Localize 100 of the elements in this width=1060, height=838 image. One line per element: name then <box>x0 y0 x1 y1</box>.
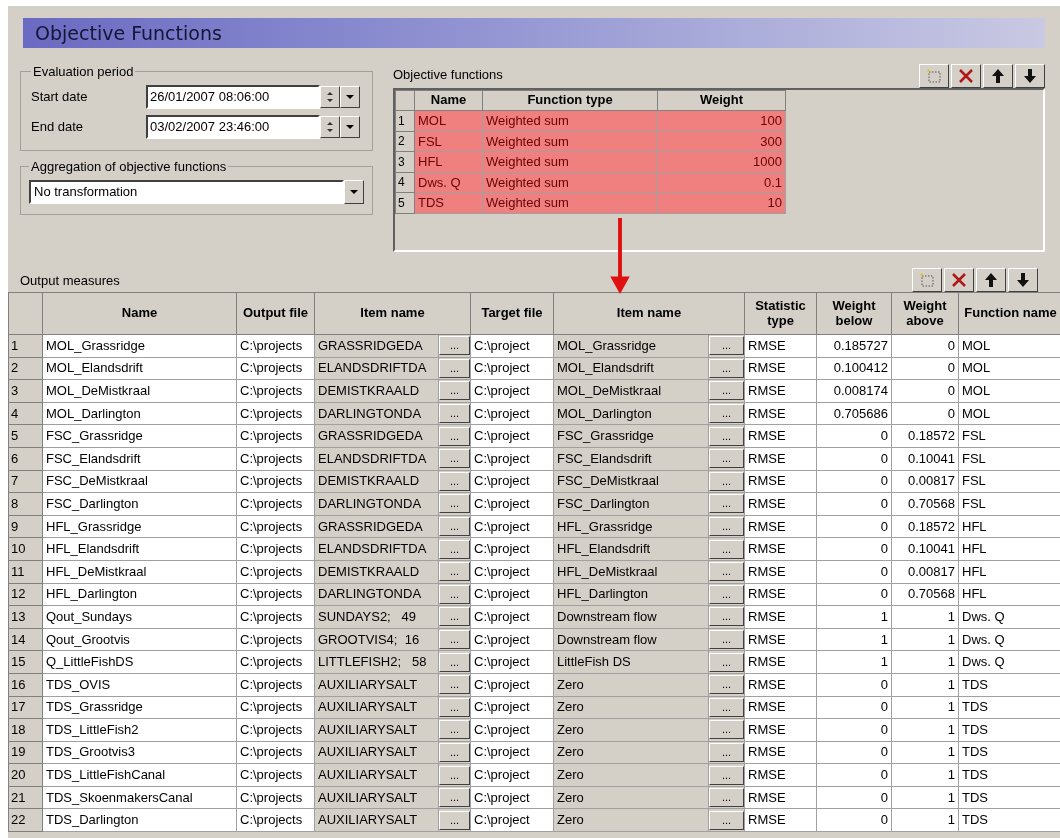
dropdown-field[interactable]: No transformation <box>29 180 344 204</box>
browse-button[interactable]: ... <box>709 404 744 424</box>
browse-button[interactable]: ... <box>709 788 744 808</box>
column-header[interactable]: Statistic type <box>744 292 817 335</box>
table-cell: AUXILIARYSALT <box>314 763 439 787</box>
browse-button[interactable]: ... <box>439 765 470 785</box>
spin-button[interactable] <box>320 115 340 138</box>
column-header[interactable]: Weight below <box>816 292 892 335</box>
browse-button[interactable]: ... <box>709 562 744 582</box>
row-number: 19 <box>8 741 43 764</box>
field-label: Start date <box>31 87 89 106</box>
browse-button[interactable]: ... <box>709 720 744 740</box>
table-cell: MOL_DeMistkraal <box>42 379 237 403</box>
column-header[interactable]: Function name <box>958 292 1060 335</box>
browse-button[interactable]: ... <box>709 630 744 649</box>
delete-icon[interactable] <box>944 268 974 292</box>
table-cell: HFL_DeMistkraal <box>553 560 709 584</box>
browse-button[interactable]: ... <box>439 381 470 401</box>
browse-button[interactable]: ... <box>439 539 470 559</box>
browse-button[interactable]: ... <box>439 336 470 356</box>
browse-button[interactable]: ... <box>709 810 744 830</box>
move-down-icon[interactable] <box>1008 268 1038 292</box>
spin-button[interactable] <box>320 85 340 108</box>
browse-button[interactable]: ... <box>439 675 470 695</box>
row-number: 18 <box>8 718 43 742</box>
table-cell: MOL_DeMistkraal <box>553 379 709 403</box>
column-header[interactable]: Output file <box>236 292 315 335</box>
dropdown-button[interactable] <box>344 180 364 204</box>
browse-button[interactable]: ... <box>709 449 744 469</box>
browse-button[interactable]: ... <box>439 697 470 717</box>
table-cell: HFL_Grassridge <box>553 515 709 538</box>
row-number: 6 <box>8 447 43 471</box>
browse-button[interactable]: ... <box>439 652 470 672</box>
new-icon[interactable] <box>912 268 942 292</box>
browse-button[interactable]: ... <box>709 765 744 785</box>
column-header[interactable]: Item name <box>314 292 471 335</box>
column-header[interactable]: Function type <box>482 90 658 111</box>
row-number: 2 <box>395 131 415 152</box>
column-header[interactable]: Target file <box>470 292 554 335</box>
row-number: 22 <box>8 808 43 832</box>
browse-button[interactable]: ... <box>439 471 470 491</box>
row-number: 8 <box>8 492 43 516</box>
table-cell: DEMISTKRAALD <box>314 560 439 584</box>
browse-button[interactable]: ... <box>709 607 744 627</box>
browse-button[interactable]: ... <box>439 494 470 514</box>
browse-button[interactable]: ... <box>709 697 744 717</box>
browse-button[interactable]: ... <box>709 471 744 491</box>
table-cell: HFL_Elandsdrift <box>553 537 709 561</box>
table-cell: GRASSRIDGEDA <box>314 515 439 538</box>
table-cell: TDS_LittleFish2 <box>42 718 237 742</box>
browse-button[interactable]: ... <box>709 539 744 559</box>
browse-button[interactable]: ... <box>439 404 470 424</box>
browse-button[interactable]: ... <box>439 426 470 446</box>
browse-button[interactable]: ... <box>439 630 470 649</box>
browse-button[interactable]: ... <box>439 788 470 808</box>
browse-button[interactable]: ... <box>709 584 744 604</box>
dropdown-button[interactable] <box>340 115 360 138</box>
table-cell: LittleFish DS <box>553 650 709 674</box>
browse-button[interactable]: ... <box>709 743 744 762</box>
move-up-icon[interactable] <box>983 64 1013 88</box>
browse-button[interactable]: ... <box>709 675 744 695</box>
column-header[interactable]: Item name <box>553 292 745 335</box>
delete-icon[interactable] <box>951 64 981 88</box>
table-cell: AUXILIARYSALT <box>314 786 439 809</box>
row-number: 11 <box>8 560 43 584</box>
browse-button[interactable]: ... <box>439 607 470 627</box>
date-field[interactable]: 03/02/2007 23:46:00 <box>146 114 320 139</box>
browse-button[interactable]: ... <box>709 652 744 672</box>
column-header[interactable]: Name <box>42 292 237 335</box>
table-cell: Q_LittleFishDS <box>42 650 237 674</box>
browse-button[interactable]: ... <box>439 584 470 604</box>
column-header[interactable]: Weight <box>657 90 786 111</box>
browse-button[interactable]: ... <box>709 336 744 356</box>
browse-button[interactable]: ... <box>709 381 744 401</box>
browse-button[interactable]: ... <box>439 810 470 830</box>
browse-button[interactable]: ... <box>439 720 470 740</box>
table-cell: DEMISTKRAALD <box>314 470 439 493</box>
table-cell: DEMISTKRAALD <box>314 379 439 403</box>
column-header[interactable]: Weight above <box>891 292 959 335</box>
table-cell: Zero <box>553 741 709 764</box>
browse-button[interactable]: ... <box>439 358 470 378</box>
browse-button[interactable]: ... <box>439 449 470 469</box>
table-cell: TDS_Grootvis3 <box>42 741 237 764</box>
browse-button[interactable]: ... <box>439 562 470 582</box>
browse-button[interactable]: ... <box>439 743 470 762</box>
browse-button[interactable]: ... <box>709 517 744 537</box>
row-number: 5 <box>8 424 43 448</box>
field-label: End date <box>31 117 85 136</box>
move-down-icon[interactable] <box>1015 64 1045 88</box>
date-field[interactable]: 26/01/2007 08:06:00 <box>146 84 320 109</box>
new-icon[interactable] <box>919 64 949 88</box>
column-header[interactable]: Name <box>414 90 483 111</box>
table-cell: FSC_Grassridge <box>42 424 237 448</box>
move-up-icon[interactable] <box>976 268 1006 292</box>
browse-button[interactable]: ... <box>709 494 744 514</box>
browse-button[interactable]: ... <box>439 517 470 537</box>
browse-button[interactable]: ... <box>709 358 744 378</box>
dropdown-button[interactable] <box>340 85 360 108</box>
row-number: 1 <box>8 334 43 358</box>
browse-button[interactable]: ... <box>709 426 744 446</box>
